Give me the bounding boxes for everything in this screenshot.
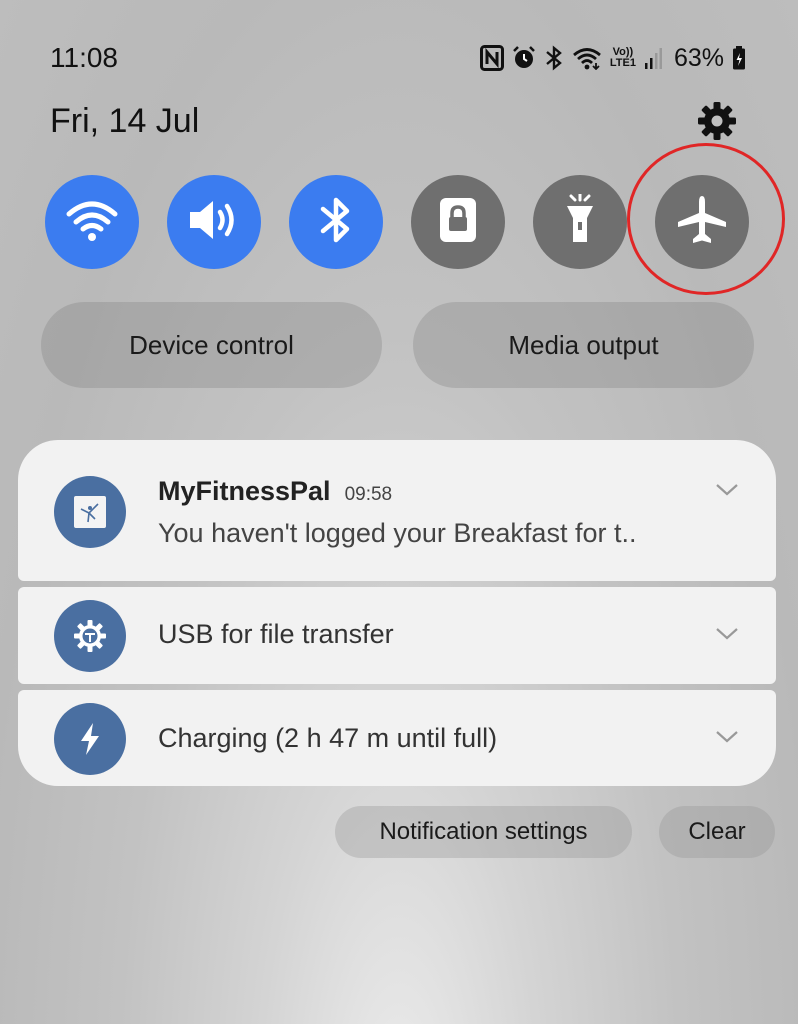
myfitnesspal-icon (54, 476, 126, 548)
notification-time: 09:58 (344, 484, 393, 505)
charging-bolt-icon (54, 703, 126, 775)
flashlight-toggle[interactable] (533, 175, 627, 269)
wifi-icon (572, 46, 602, 70)
lock-icon (438, 196, 478, 249)
notification-text: USB for file transfer (158, 619, 394, 649)
notification-text: Charging (2 h 47 m until full) (158, 723, 498, 753)
device-control-label: Device control (129, 329, 294, 360)
notification-myfitnesspal[interactable]: MyFitnessPal 09:58 You haven't logged you… (18, 440, 776, 581)
media-output-button[interactable]: Media output (413, 302, 754, 388)
status-icons: Vo)) LTE1 63% (479, 40, 746, 76)
media-output-label: Media output (508, 329, 659, 360)
notification-settings-label: Notification settings (379, 818, 588, 845)
quick-settings-row (0, 175, 798, 271)
notification-usb[interactable]: USB for file transfer (18, 587, 776, 684)
nfc-icon (479, 45, 504, 71)
notification-title: MyFitnessPal 09:58 (158, 476, 392, 507)
clear-button[interactable]: Clear (659, 806, 775, 858)
chevron-down-icon (715, 730, 739, 749)
airplane-icon (674, 192, 730, 253)
chevron-down-icon (715, 483, 739, 502)
notification-app-name: MyFitnessPal (158, 476, 331, 506)
alarm-icon (512, 45, 536, 71)
speaker-icon (187, 197, 241, 248)
expand-chevron-button[interactable] (712, 480, 742, 504)
header-date: Fri, 14 Jul (50, 102, 200, 140)
device-control-button[interactable]: Device control (41, 302, 382, 388)
battery-percent: 63% (673, 43, 724, 72)
status-time: 11:08 (50, 42, 118, 73)
notification-charging[interactable]: Charging (2 h 47 m until full) (18, 690, 776, 786)
settings-button[interactable] (694, 100, 740, 146)
flashlight-icon (562, 192, 598, 251)
airplane-mode-toggle[interactable] (655, 175, 749, 269)
volte-lte-icon: Vo)) LTE1 (610, 47, 636, 69)
notification-text: You haven't logged your Breakfast for t.… (158, 518, 637, 548)
expand-chevron-button[interactable] (712, 727, 742, 751)
clear-label: Clear (688, 818, 746, 845)
bluetooth-icon (544, 45, 564, 71)
usb-settings-icon (54, 600, 126, 672)
gear-icon (697, 101, 737, 146)
expand-chevron-button[interactable] (712, 624, 742, 648)
wifi-icon (66, 198, 118, 247)
screen-lock-toggle[interactable] (411, 175, 505, 269)
sound-toggle[interactable] (167, 175, 261, 269)
wifi-toggle[interactable] (45, 175, 139, 269)
battery-icon (732, 45, 746, 71)
signal-icon (644, 46, 662, 70)
lte-label: LTE1 (609, 57, 636, 69)
status-bar: 11:08 Vo)) LTE1 63% (0, 0, 798, 110)
bluetooth-icon (319, 195, 353, 250)
chevron-down-icon (715, 627, 739, 646)
notification-settings-button[interactable]: Notification settings (335, 806, 632, 858)
bluetooth-toggle[interactable] (289, 175, 383, 269)
